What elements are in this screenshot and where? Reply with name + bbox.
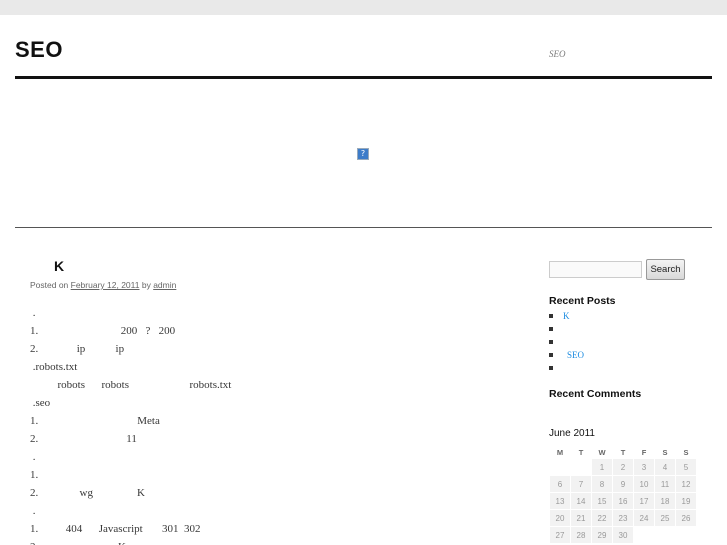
calendar-day: 22 xyxy=(592,510,612,526)
calendar-day xyxy=(571,459,591,475)
calendar-day: 9 xyxy=(613,476,633,492)
by-label: by xyxy=(139,280,154,290)
calendar-week: 12345 xyxy=(550,459,696,475)
recent-post-link[interactable]: SEO xyxy=(567,350,584,360)
bullet-icon xyxy=(549,352,553,357)
branding-divider xyxy=(15,227,712,228)
bullet-icon xyxy=(549,365,553,370)
calendar-day: 14 xyxy=(571,493,591,509)
calendar-day: 3 xyxy=(634,459,654,475)
content-line: 2. wg K xyxy=(30,487,145,499)
content-line: 1. 404 Javascript 301 302 xyxy=(30,523,201,535)
calendar-day: 5 xyxy=(676,459,696,475)
calendar-day: 10 xyxy=(634,476,654,492)
calendar-day xyxy=(550,459,570,475)
calendar-day: 12 xyxy=(676,476,696,492)
calendar-day: 19 xyxy=(676,493,696,509)
calendar-day: 18 xyxy=(655,493,675,509)
content-line: . xyxy=(30,505,36,517)
calendar-weekday: W xyxy=(598,447,606,457)
calendar-weekday: F xyxy=(641,447,647,457)
calendar-day: 28 xyxy=(571,527,591,543)
calendar-weekday: T xyxy=(578,447,584,457)
recent-post-item[interactable] xyxy=(549,336,563,348)
calendar-day: 21 xyxy=(571,510,591,526)
content-line: 2. 11 xyxy=(30,433,137,445)
post-author-link[interactable]: admin xyxy=(153,280,176,290)
calendar-week: 20 21 22 23 24 25 26 xyxy=(550,510,696,526)
search-input[interactable] xyxy=(549,261,642,278)
content-line: 1. xyxy=(30,469,39,481)
calendar-day: 2 xyxy=(613,459,633,475)
calendar-day: 17 xyxy=(634,493,654,509)
calendar-weekday: S xyxy=(683,447,689,457)
calendar-body: 1 2 3 4 5 6 7 8 9 10 11 12 13 14 15 16 17 18 19 20 21 22 23 24 2… xyxy=(550,459,696,543)
calendar-day: 7 xyxy=(571,476,591,492)
calendar-day: 27 xyxy=(550,527,570,543)
calendar-weekday: T xyxy=(620,447,626,457)
calendar-header-row: MTWTFSS xyxy=(550,446,696,458)
post-date-link[interactable]: February 12, 2011 xyxy=(71,280,140,290)
posted-on-label: Posted on xyxy=(30,280,71,290)
header-divider xyxy=(15,76,712,79)
calendar-day xyxy=(634,527,654,543)
bullet-icon xyxy=(549,313,553,318)
recent-comments-title: Recent Comments xyxy=(549,388,642,400)
recent-post-link[interactable]: K xyxy=(563,311,570,321)
calendar-day: 29 xyxy=(592,527,612,543)
broken-image-icon: ? xyxy=(357,148,369,160)
calendar-day: 4 xyxy=(655,459,675,475)
calendar-weekday: M xyxy=(556,447,564,457)
calendar-day xyxy=(676,527,696,543)
calendar-day: 1 xyxy=(592,459,612,475)
calendar-day: 25 xyxy=(655,510,675,526)
calendar-day: 26 xyxy=(676,510,696,526)
calendar-caption: June 2011 xyxy=(549,428,595,439)
calendar-weekday: S xyxy=(662,447,668,457)
bullet-icon xyxy=(549,326,553,331)
calendar-day: 8 xyxy=(592,476,612,492)
site-title[interactable]: SEO xyxy=(15,37,63,63)
recent-post-item[interactable]: SEO xyxy=(549,349,584,361)
search-button[interactable]: Search xyxy=(646,259,685,280)
calendar-day: 30 xyxy=(613,527,633,543)
calendar-day: 16 xyxy=(613,493,633,509)
content-line: .robots.txt xyxy=(30,361,78,373)
calendar-day xyxy=(655,527,675,543)
content-line: 2. ip ip xyxy=(30,343,125,355)
calendar-week: 6 7 8 9 10 11 12 xyxy=(550,476,696,492)
calendar-day: 20 xyxy=(550,510,570,526)
recent-post-item[interactable] xyxy=(549,362,563,374)
content-line: 2. K xyxy=(30,541,126,545)
recent-post-item[interactable] xyxy=(549,323,563,335)
content-line: . xyxy=(30,451,36,463)
calendar-week: 13 14 15 16 17 18 19 xyxy=(550,493,696,509)
post-title[interactable]: K xyxy=(54,258,64,274)
calendar-day: 23 xyxy=(613,510,633,526)
recent-posts-title: Recent Posts xyxy=(549,295,616,307)
calendar-day: 6 xyxy=(550,476,570,492)
bullet-icon xyxy=(549,339,553,344)
post-meta: Posted on February 12, 2011 by admin xyxy=(30,280,176,290)
recent-post-item[interactable]: K xyxy=(549,310,570,322)
page: SEO SEO ? K Posted on February 12, 2011 … xyxy=(0,15,727,545)
calendar-day: 11 xyxy=(655,476,675,492)
content-line: . xyxy=(30,307,36,319)
site-description: SEO xyxy=(549,49,566,59)
content-line: .seo xyxy=(30,397,51,409)
calendar-day: 15 xyxy=(592,493,612,509)
content-line: 1. Meta xyxy=(30,415,160,427)
calendar-day: 13 xyxy=(550,493,570,509)
content-line: robots robots robots.txt xyxy=(30,379,232,391)
calendar-week: 27 28 29 30 xyxy=(550,527,696,543)
content-line: 1. 200 ? 200 xyxy=(30,325,176,337)
calendar: MTWTFSS 1 2 3 4 5 6 7 8 9 10 11 12 13 14 15 16 17 18 19 20 2… xyxy=(549,445,697,544)
calendar-day: 24 xyxy=(634,510,654,526)
